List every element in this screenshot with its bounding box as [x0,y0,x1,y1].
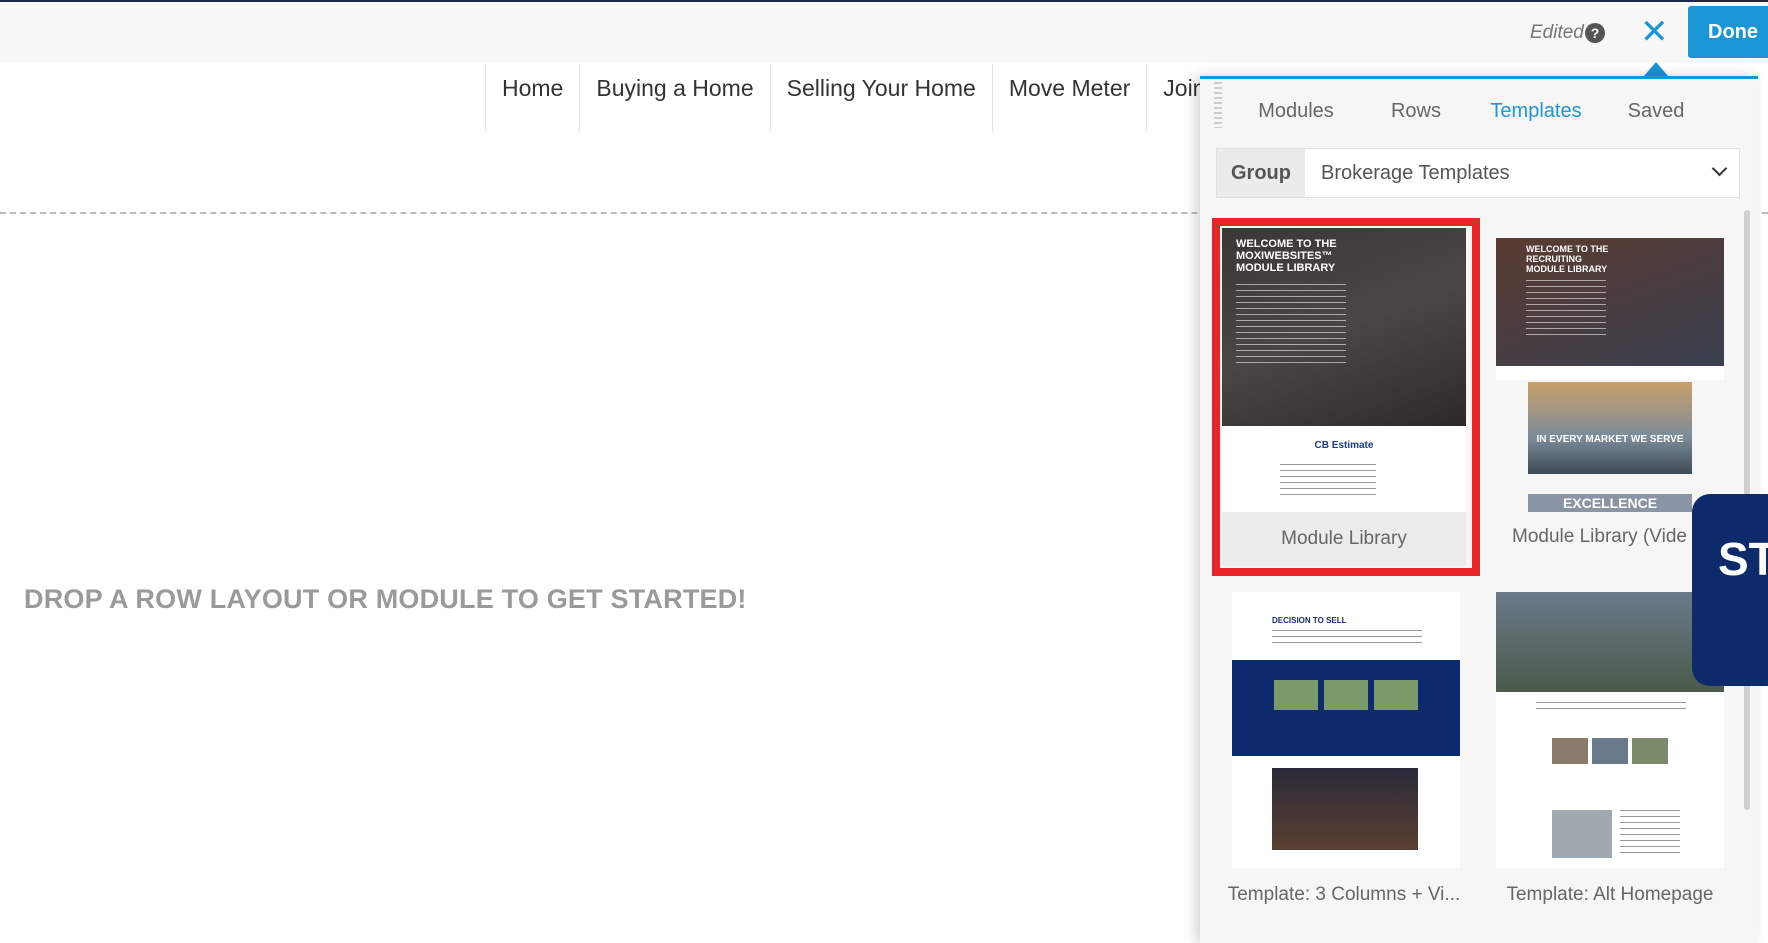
thumb-photo [1552,810,1612,858]
template-thumbnail: DECISION TO SELL [1232,592,1460,868]
template-thumbnail [1496,592,1724,868]
template-card-3-columns[interactable]: DECISION TO SELL Template: 3 Columns + V… [1222,592,1466,912]
tab-saved[interactable]: Saved [1596,100,1716,123]
group-select[interactable]: Group Brokerage Templates [1216,148,1740,198]
step-callout-text: ST [1718,533,1768,585]
done-button[interactable]: Done [1688,6,1768,58]
thumb-photo [1374,680,1418,710]
group-label: Group [1217,149,1305,197]
thumb-night-photo [1272,768,1418,850]
nav-item-move-meter[interactable]: Move Meter [991,64,1147,132]
thumb-blue-band [1232,660,1460,756]
thumb-text-lines [1526,280,1606,340]
help-icon[interactable]: ? [1585,23,1605,43]
thumb-caption: IN EVERY MARKET WE SERVE [1536,434,1684,445]
thumb-text-lines [1536,702,1686,714]
panel-tabs: Modules Rows Templates Saved [1236,100,1756,123]
step-callout [1692,494,1768,686]
drop-zone-text: DROP A ROW LAYOUT OR MODULE TO GET START… [24,584,747,614]
template-thumbnail-photo: IN EVERY MARKET WE SERVE [1528,382,1692,474]
template-card-module-library-video[interactable]: WELCOME TO THE RECRUITING MODULE LIBRARY… [1496,238,1724,554]
thumb-photo [1592,738,1628,764]
thumb-photo [1324,680,1368,710]
thumb-photo [1632,738,1668,764]
thumb-gap [1496,366,1724,380]
nav-item-home[interactable]: Home [485,64,580,132]
thumb-title: DECISION TO SELL [1272,616,1347,625]
thumb-photo [1552,738,1588,764]
group-value: Brokerage Templates [1321,162,1510,184]
template-card-alt-homepage[interactable]: Template: Alt Homepage [1496,592,1724,912]
thumb-text-lines [1620,810,1680,854]
nav-item-buying[interactable]: Buying a Home [579,64,770,132]
drag-handle-icon[interactable] [1214,82,1222,128]
thumb-title: WELCOME TO THE RECRUITING MODULE LIBRARY [1526,244,1609,274]
template-thumbnail: WELCOME TO THE RECRUITING MODULE LIBRARY [1496,238,1724,366]
tab-rows[interactable]: Rows [1356,100,1476,123]
site-nav: Home Buying a Home Selling Your Home Mov… [485,64,1222,132]
edited-status: Edited [1530,22,1584,43]
builder-toolbar: Edited ? ✕ Done [0,2,1768,62]
panel-pointer [1644,62,1668,76]
chevron-down-icon [1711,160,1728,177]
thumb-text-lines [1272,630,1422,648]
nav-item-selling[interactable]: Selling Your Home [769,64,992,132]
template-label: Template: 3 Columns + Vi... [1227,884,1461,905]
tab-modules[interactable]: Modules [1236,100,1356,123]
thumb-banner: EXCELLENCE [1528,494,1692,512]
thumb-house-photo [1496,592,1724,692]
tab-templates[interactable]: Templates [1476,100,1596,123]
selection-highlight [1212,218,1480,576]
close-icon[interactable]: ✕ [1640,12,1669,52]
thumb-photo [1274,680,1318,710]
template-label: Template: Alt Homepage [1506,884,1714,905]
